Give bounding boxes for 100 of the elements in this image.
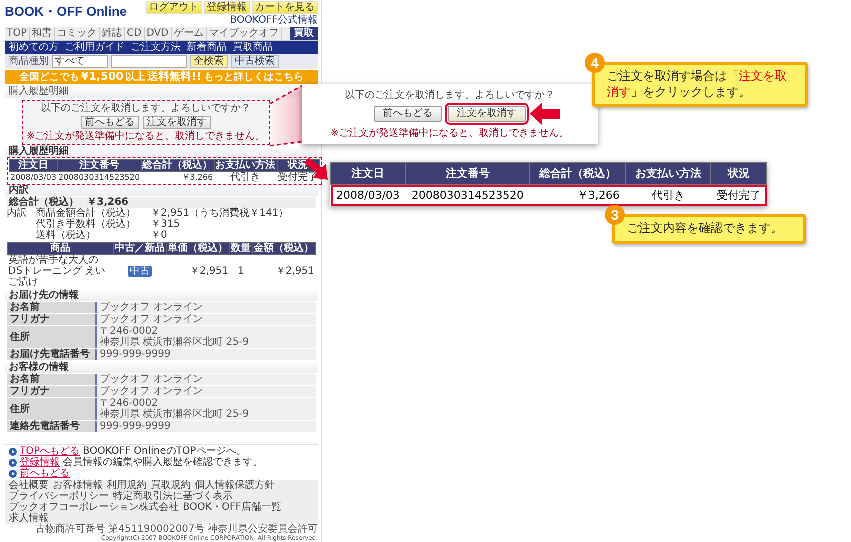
cancel-note: ※ご注文が発送準備中になると、取消しできません。	[330, 126, 570, 140]
table-cell: 代引き	[626, 184, 711, 206]
table-cell: 代引き	[214, 172, 278, 183]
nav-tab[interactable]: 和書	[30, 27, 56, 40]
cancel-note: ※ご注文が発送準備中になると、取消しできません。	[26, 131, 266, 142]
legal-link[interactable]: BOOK・OFF店舗一覧	[183, 502, 282, 513]
nav-tab[interactable]: 雑誌	[100, 27, 126, 40]
column-header: 状況	[710, 162, 767, 184]
column-header: 単価（税込）	[166, 242, 230, 254]
search-button[interactable]: 中古検索	[231, 55, 279, 68]
nav-tab[interactable]: CD	[125, 27, 145, 40]
info-value: 〒246-0002 神奈川県 横浜市瀬谷区北町 25-9	[95, 398, 316, 420]
footer-link[interactable]: 前へもどる	[20, 468, 70, 479]
total-value: ￥3,266	[87, 197, 129, 208]
table-cell-text: 2008030314523520	[58, 172, 142, 183]
step-number: 4	[585, 53, 605, 73]
link-description: BOOKOFF OnlineのTOPページへ。	[83, 446, 246, 457]
info-value: ブックオフ オンライン	[95, 302, 316, 313]
sub-nav-link[interactable]: 買取商品	[233, 42, 273, 53]
footer-link[interactable]: 登録情報	[20, 457, 60, 468]
link-description: 会員情報の編集や購入履歴を確認できます。	[63, 457, 263, 468]
column-header: お支払い方法	[214, 160, 278, 172]
confirm-button[interactable]: 前へもどる	[81, 116, 139, 129]
nav-tab[interactable]: コミック	[55, 27, 100, 40]
info-label: 住所	[7, 398, 95, 420]
confirm-question: 以下のご注文を取消します。よろしいですか？	[41, 103, 251, 114]
legal-link[interactable]: ブックオフコーポレーション株式会社	[9, 502, 179, 513]
table-cell: ￥3,266	[530, 184, 626, 206]
legal-link[interactable]: 個人情報保護方針	[195, 480, 275, 491]
sub-nav-link[interactable]: ご注文方法	[131, 42, 181, 53]
callout-text: ご注文内容を確認できます。	[627, 221, 784, 237]
legal-link[interactable]: 特定商取引法に基づく表示	[113, 491, 233, 502]
column-header: 総合計（税込）	[530, 162, 626, 184]
legal-link[interactable]: 利用規約	[107, 480, 147, 491]
product-name[interactable]: 英語が苦手な大人のDSトレーニング えいご漬け	[8, 254, 114, 288]
table-cell: ￥2,951	[252, 254, 316, 288]
condition-badge: 中古	[128, 266, 152, 277]
table-cell: 受付完了	[710, 184, 767, 206]
callout-text: ご注文を取消す場合は「注文を取消す」をクリックします。	[607, 69, 788, 100]
step-number: 3	[605, 205, 625, 225]
sub-nav-link[interactable]: ご利用ガイド	[65, 42, 125, 53]
column-header: 注文日	[330, 162, 406, 184]
confirm-button[interactable]: 注文を取消す	[448, 106, 526, 122]
sub-nav-link[interactable]: 初めての方	[9, 42, 59, 53]
info-value: 999-999-9999	[95, 349, 316, 360]
legal-link[interactable]: 会社概要	[9, 480, 49, 491]
header-button[interactable]: 登録情報	[204, 1, 250, 14]
info-label: 住所	[7, 326, 95, 348]
info-value: ブックオフ オンライン	[95, 314, 316, 325]
info-label: 連絡先電話番号	[7, 421, 95, 432]
footer-link[interactable]: TOPへもどる	[20, 446, 80, 457]
breakdown-item: 商品金額合計（税込）	[36, 208, 137, 219]
column-header: 総合計（税込）	[141, 160, 214, 172]
header-button[interactable]: ログアウト	[146, 1, 202, 14]
column-header: 注文日	[10, 160, 58, 172]
breakdown-item: 送料（税込）	[36, 230, 97, 241]
legal-link[interactable]: 買取規約	[151, 480, 191, 491]
total-label: 総合計（税込）	[9, 197, 79, 208]
nav-tab[interactable]: DVD	[144, 27, 172, 40]
sub-nav-link[interactable]: 新着商品	[187, 42, 227, 53]
pointer-arrow-icon	[530, 102, 560, 126]
legal-link[interactable]: 求人情報	[9, 513, 49, 524]
column-header: 数量	[230, 242, 252, 254]
column-header: 注文番号	[58, 160, 142, 172]
table-cell: 2008030314523520	[406, 184, 530, 206]
copyright-text: 古物商許可番号 第451190002007号 神奈川県公安委員会許可	[34, 524, 318, 535]
official-link[interactable]: BOOKOFF公式情報	[230, 15, 318, 26]
breakdown-label: 内訳	[7, 208, 28, 219]
info-label: フリガナ	[7, 386, 95, 397]
table-cell: 2008/03/03	[330, 184, 406, 206]
table-cell: 受付完了	[277, 172, 320, 183]
section-title: 内訳	[5, 185, 318, 196]
table-cell: 1	[230, 254, 252, 288]
confirm-button[interactable]: 注文を取消す	[143, 116, 211, 129]
legal-link[interactable]: お客様情報	[53, 480, 103, 491]
table-cell: ￥3,266	[141, 172, 214, 183]
logo[interactable]: BOOK・OFF Online	[5, 1, 128, 23]
info-value: ブックオフ オンライン	[95, 386, 316, 397]
legal-link[interactable]: プライバシーポリシー	[9, 491, 109, 502]
info-label: お名前	[7, 374, 95, 385]
table-cell-text: 2008/03/03	[10, 172, 58, 183]
search-field[interactable]	[111, 55, 187, 68]
info-value: ブックオフ オンライン	[95, 374, 316, 385]
section-title: お届け先の情報	[5, 290, 318, 301]
nav-tab[interactable]: TOP	[5, 27, 30, 40]
section-title: 購入履歴明細	[5, 146, 318, 157]
search-label: 商品種別	[9, 56, 49, 67]
category-select[interactable]: すべて	[52, 55, 108, 68]
info-label: お名前	[7, 302, 95, 313]
header-button[interactable]: カートを見る	[252, 1, 318, 14]
confirm-button[interactable]: 前へもどる	[374, 106, 442, 122]
breakdown-value: ￥2,951（うち消費税￥141）	[151, 208, 290, 219]
info-label: お届け先電話番号	[7, 349, 95, 360]
confirm-question: 以下のご注文を取消します。よろしいですか？	[345, 88, 555, 102]
column-header: 中古／新品	[114, 242, 166, 254]
search-button[interactable]: 全検索	[190, 55, 228, 68]
nav-tab[interactable]: ゲーム	[172, 27, 207, 40]
buyback-button[interactable]: 買取	[290, 27, 318, 40]
arrow-bullet-icon	[9, 458, 17, 466]
nav-tab[interactable]: マイブックオフ	[206, 27, 282, 40]
